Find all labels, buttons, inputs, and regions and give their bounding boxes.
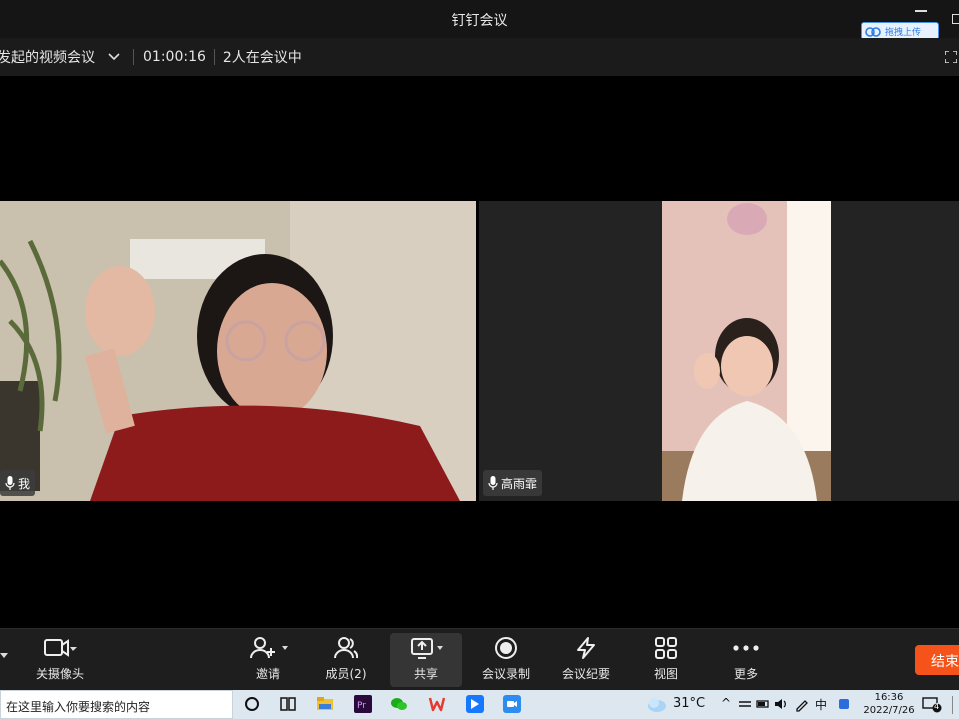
self-name-tag: 我	[0, 470, 36, 496]
pen-icon[interactable]	[795, 695, 809, 713]
view-label: 视图	[653, 667, 678, 681]
more-label: 更多	[733, 667, 758, 681]
share-screen-icon	[411, 638, 443, 659]
remote-video-feed	[662, 201, 831, 501]
fullscreen-icon[interactable]	[945, 51, 957, 63]
members-button[interactable]: 成员(2)	[322, 633, 370, 687]
share-label: 共享	[413, 667, 438, 681]
add-user-icon	[250, 637, 288, 659]
divider	[213, 49, 215, 65]
grid-view-icon	[655, 637, 677, 659]
clock-date: 2022/7/26	[863, 705, 915, 716]
title-bar: 钉钉会议 拖拽上传	[0, 0, 959, 40]
chevron-down-icon[interactable]	[107, 50, 121, 64]
minutes-label: 会议纪要	[561, 667, 610, 681]
record-icon	[495, 637, 517, 659]
network-adapter-icon[interactable]	[738, 695, 752, 713]
window-title: 钉钉会议	[451, 13, 508, 29]
camera-icon	[44, 639, 77, 657]
input-method-indicator[interactable]: 中	[815, 696, 827, 713]
meeting-toolbar: 关摄像头 邀请 成员(2) 共享 会议录制 会议纪要 视图 更多 结束	[0, 628, 959, 690]
meeting-name[interactable]: 发起的视频会议	[0, 47, 95, 67]
show-desktop-button[interactable]	[952, 696, 959, 714]
participant-name: 我	[18, 476, 31, 491]
video-tile-remote[interactable]: 高雨霏	[479, 201, 959, 501]
video-tile-self[interactable]: 我	[0, 201, 476, 501]
wechat-icon[interactable]	[390, 695, 408, 713]
microphone-icon[interactable]	[5, 476, 15, 490]
record-label: 会议录制	[481, 667, 530, 681]
mic-options-chevron-icon[interactable]	[0, 653, 8, 658]
maximize-button[interactable]	[952, 14, 959, 24]
premiere-icon[interactable]: Pr	[354, 695, 372, 713]
dingtalk-meeting-icon[interactable]	[503, 695, 521, 713]
participant-count[interactable]: 2人在会议中	[223, 47, 302, 67]
clock-time: 16:36	[874, 692, 904, 703]
members-icon	[334, 637, 358, 659]
weather-temperature[interactable]: 31°C	[673, 696, 705, 711]
camera-label: 关摄像头	[35, 667, 84, 681]
invite-label: 邀请	[255, 667, 280, 681]
lightning-icon	[577, 637, 595, 659]
record-button[interactable]: 会议录制	[478, 633, 534, 687]
meeting-minutes-button[interactable]: 会议纪要	[558, 633, 614, 687]
wps-icon[interactable]	[428, 695, 446, 713]
notification-count: 4	[934, 702, 940, 711]
invite-button[interactable]: 邀请	[248, 633, 288, 687]
battery-icon[interactable]	[756, 695, 770, 713]
app-tray-icon[interactable]	[837, 695, 851, 713]
divider	[133, 49, 134, 65]
more-button[interactable]: 更多	[726, 633, 766, 687]
cortana-icon[interactable]	[243, 695, 261, 713]
camera-toggle-button[interactable]: 关摄像头	[30, 633, 90, 687]
task-view-icon[interactable]	[279, 695, 297, 713]
feishu-icon[interactable]	[466, 695, 484, 713]
file-explorer-icon[interactable]	[316, 695, 334, 713]
members-label: 成员(2)	[325, 667, 367, 681]
meeting-info-bar: 发起的视频会议 01:00:16 2人在会议中	[0, 38, 959, 76]
weather-cloud-icon	[648, 698, 666, 712]
self-video-feed	[0, 201, 476, 501]
share-button[interactable]: 共享	[390, 633, 462, 687]
cloud-icon	[865, 27, 881, 37]
minimize-button[interactable]	[915, 10, 927, 12]
taskbar-search-input[interactable]: 在这里输入你要搜索的内容	[0, 690, 233, 719]
svg-text:Pr: Pr	[357, 701, 366, 711]
remote-name-tag: 高雨霏	[483, 470, 543, 496]
volume-icon[interactable]	[774, 695, 788, 713]
tray-expand-icon[interactable]: ^	[721, 696, 731, 710]
view-button[interactable]: 视图	[646, 633, 686, 687]
more-icon	[733, 645, 759, 651]
meeting-duration: 01:00:16	[143, 49, 206, 65]
end-meeting-button[interactable]: 结束	[915, 645, 959, 675]
microphone-icon	[488, 476, 498, 490]
os-taskbar: 在这里输入你要搜索的内容 Pr 31°C ^ 中 16:36 2022/7/26…	[0, 690, 959, 719]
video-stage: 我 高雨霏	[0, 76, 959, 628]
upload-label: 拖拽上传	[885, 27, 922, 38]
participant-name: 高雨霏	[501, 476, 538, 491]
system-clock[interactable]: 16:36 2022/7/26	[863, 691, 915, 717]
